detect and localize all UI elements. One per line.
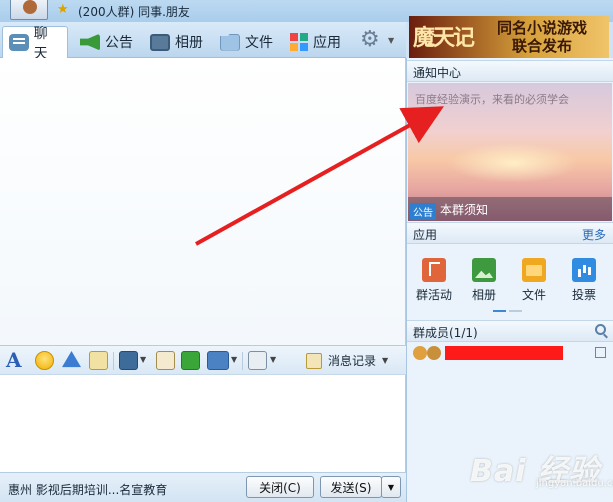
flag-activity-icon [422,258,446,282]
input-toolbar: A ▼ ▼ ▼ 消息记录 ▼ [0,345,406,375]
tab-chat-label: 聊天 [33,25,48,62]
bottom-bar: 惠州 影视后期培训...名宣教育 关闭(C) 发送(S) ▼ [0,472,406,502]
doodle-icon[interactable] [89,351,108,370]
tab-notice-label: 公告 [105,35,133,51]
apps-more-link[interactable]: 更多 [582,226,606,243]
apps-grid-icon [290,33,308,51]
folder-icon [220,33,240,51]
search-icon[interactable] [595,324,606,335]
app-item-file[interactable]: 文件 [509,258,559,303]
photo-icon [472,258,496,282]
photo-album-icon [150,33,170,51]
close-button[interactable]: 关闭(C) [246,476,314,498]
emoji-icon[interactable] [35,351,54,370]
game-logo: 魔天记 [413,25,475,51]
music-icon[interactable] [181,351,200,370]
edit-icon[interactable] [595,347,606,358]
app-pager[interactable] [493,310,523,312]
app-item-vote[interactable]: 投票 [559,258,609,303]
member-row[interactable] [407,343,613,365]
owner-icon [413,346,427,360]
font-icon[interactable]: A [6,348,26,372]
tab-album[interactable]: 相册 [144,26,209,58]
app-label: 群活动 [415,288,452,302]
tab-file-label: 文件 [245,35,273,51]
megaphone-icon [80,33,100,51]
notice-card[interactable]: 百度经验演示，来看的必须学会 公告 本群须知 [408,83,612,221]
notice-tag: 公告 [410,203,436,220]
screen-share-icon[interactable] [207,351,229,370]
ad-banner[interactable]: 魔天记 同名小说游戏 联合发布 [409,16,609,58]
pager-dot[interactable] [509,310,522,312]
tab-file[interactable]: 文件 [214,26,279,58]
screenshot-icon[interactable] [119,351,138,370]
ad-status-text[interactable]: 惠州 影视后期培训...名宣教育 [8,481,167,498]
app-label: 相册 [471,288,496,302]
star-icon: ★ [57,2,69,17]
tab-notice[interactable]: 公告 [74,26,139,58]
notice-title: 本群须知 [440,203,489,217]
more-tools-icon[interactable] [248,351,267,370]
window-shake-icon[interactable] [62,351,81,368]
group-avatar[interactable] [10,0,48,20]
chat-message-area[interactable] [0,58,406,345]
toolbar-divider [113,352,114,370]
screen-share-dropdown-icon[interactable]: ▼ [231,355,237,364]
member-avatar [427,346,441,360]
toolbar-divider [242,352,243,370]
notice-text: 百度经验演示，来看的必须学会 [415,93,569,106]
side-panel: 通知中心 百度经验演示，来看的必须学会 公告 本群须知 应用 更多 群活动 相册… [406,58,613,502]
app-label: 投票 [571,288,596,302]
message-history-button[interactable]: 消息记录 ▼ [306,352,388,369]
members-header-label: 群成员(1/1) [413,326,478,340]
apps-header-label: 应用 [413,228,438,242]
banner-line-2: 联合发布 [511,37,572,55]
gear-icon[interactable]: ⚙ [360,27,380,52]
tab-apps-label: 应用 [313,35,341,51]
send-options-button[interactable]: ▼ [381,476,401,498]
history-icon [306,352,322,369]
group-title: (200人群) 同事.朋友 [78,5,190,19]
chat-icon [9,34,29,51]
watermark-url: jingyan.baidu.com [536,478,613,489]
more-tools-dropdown-icon[interactable]: ▼ [270,355,276,364]
tab-bar: 聊天 公告 相册 文件 应用 [0,22,406,62]
document-icon[interactable] [156,351,175,370]
apps-header: 应用 更多 [407,222,613,244]
notice-title-bar [408,197,612,221]
message-history-label: 消息记录 [328,354,377,368]
folder-icon [522,258,546,282]
pager-dot-active[interactable] [493,310,506,312]
members-header: 群成员(1/1) [407,320,613,342]
send-button[interactable]: 发送(S) [320,476,382,498]
tab-chat[interactable]: 聊天 [2,26,68,62]
banner-line-1: 同名小说游戏 [496,19,587,37]
app-item-activity[interactable]: 群活动 [409,258,459,303]
app-item-album[interactable]: 相册 [459,258,509,303]
bar-chart-icon [572,258,596,282]
tab-album-label: 相册 [175,35,203,51]
notice-center-header: 通知中心 [407,60,613,82]
screenshot-dropdown-icon[interactable]: ▼ [140,355,146,364]
member-name-redacted [445,346,563,360]
chevron-down-icon[interactable]: ▼ [388,36,394,45]
tab-apps[interactable]: 应用 [284,26,347,58]
chevron-down-icon: ▼ [382,356,389,365]
message-input[interactable] [0,375,406,472]
app-label: 文件 [521,288,546,302]
